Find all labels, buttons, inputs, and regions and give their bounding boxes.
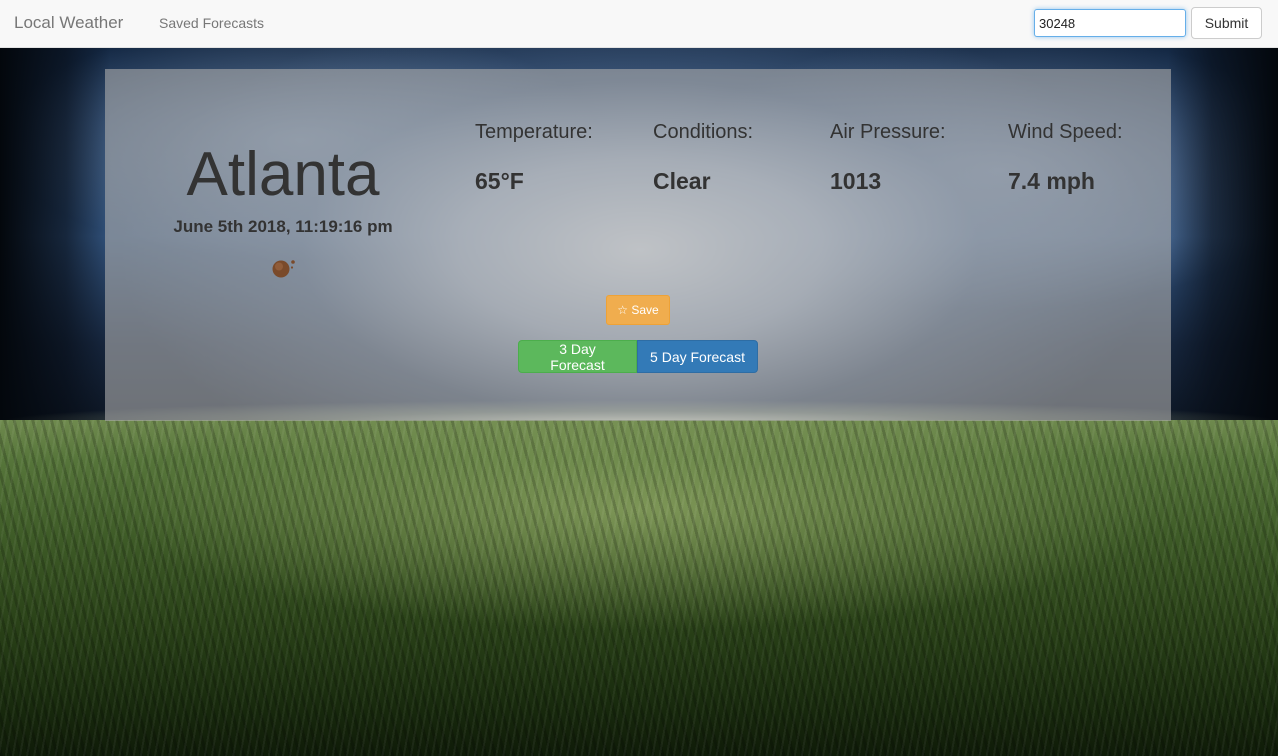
wheat-field-background bbox=[0, 420, 1278, 756]
submit-button[interactable]: Submit bbox=[1191, 7, 1262, 39]
weather-panel: Atlanta June 5th 2018, 11:19:16 pm Tempe… bbox=[105, 69, 1171, 421]
sky-shadow-right bbox=[1168, 40, 1278, 430]
wind-speed-label: Wind Speed: bbox=[1008, 121, 1123, 143]
city-name: Atlanta bbox=[186, 140, 380, 209]
sky-shadow-left bbox=[0, 40, 110, 430]
clear-night-moon-icon bbox=[272, 260, 295, 278]
temperature-label: Temperature: bbox=[475, 121, 593, 143]
conditions-value: Clear bbox=[653, 168, 711, 194]
wind-speed-value: 7.4 mph bbox=[1008, 168, 1095, 194]
conditions-label: Conditions: bbox=[653, 121, 754, 143]
five-day-forecast-button[interactable]: 5 Day Forecast bbox=[637, 340, 758, 373]
brand-link[interactable]: Local Weather bbox=[14, 13, 123, 33]
saved-forecasts-link[interactable]: Saved Forecasts bbox=[159, 15, 264, 31]
forecast-button-group: 3 Day Forecast 5 Day Forecast bbox=[518, 340, 758, 373]
top-navbar: Local Weather Saved Forecasts Submit bbox=[0, 0, 1278, 48]
air-pressure-label: Air Pressure: bbox=[830, 121, 946, 143]
date-time: June 5th 2018, 11:19:16 pm bbox=[173, 217, 393, 236]
three-day-forecast-button[interactable]: 3 Day Forecast bbox=[518, 340, 637, 373]
save-button[interactable]: ☆ Save bbox=[606, 295, 670, 325]
temperature-value: 65°F bbox=[475, 168, 524, 194]
zip-code-input[interactable] bbox=[1034, 9, 1186, 37]
air-pressure-value: 1013 bbox=[830, 168, 882, 194]
